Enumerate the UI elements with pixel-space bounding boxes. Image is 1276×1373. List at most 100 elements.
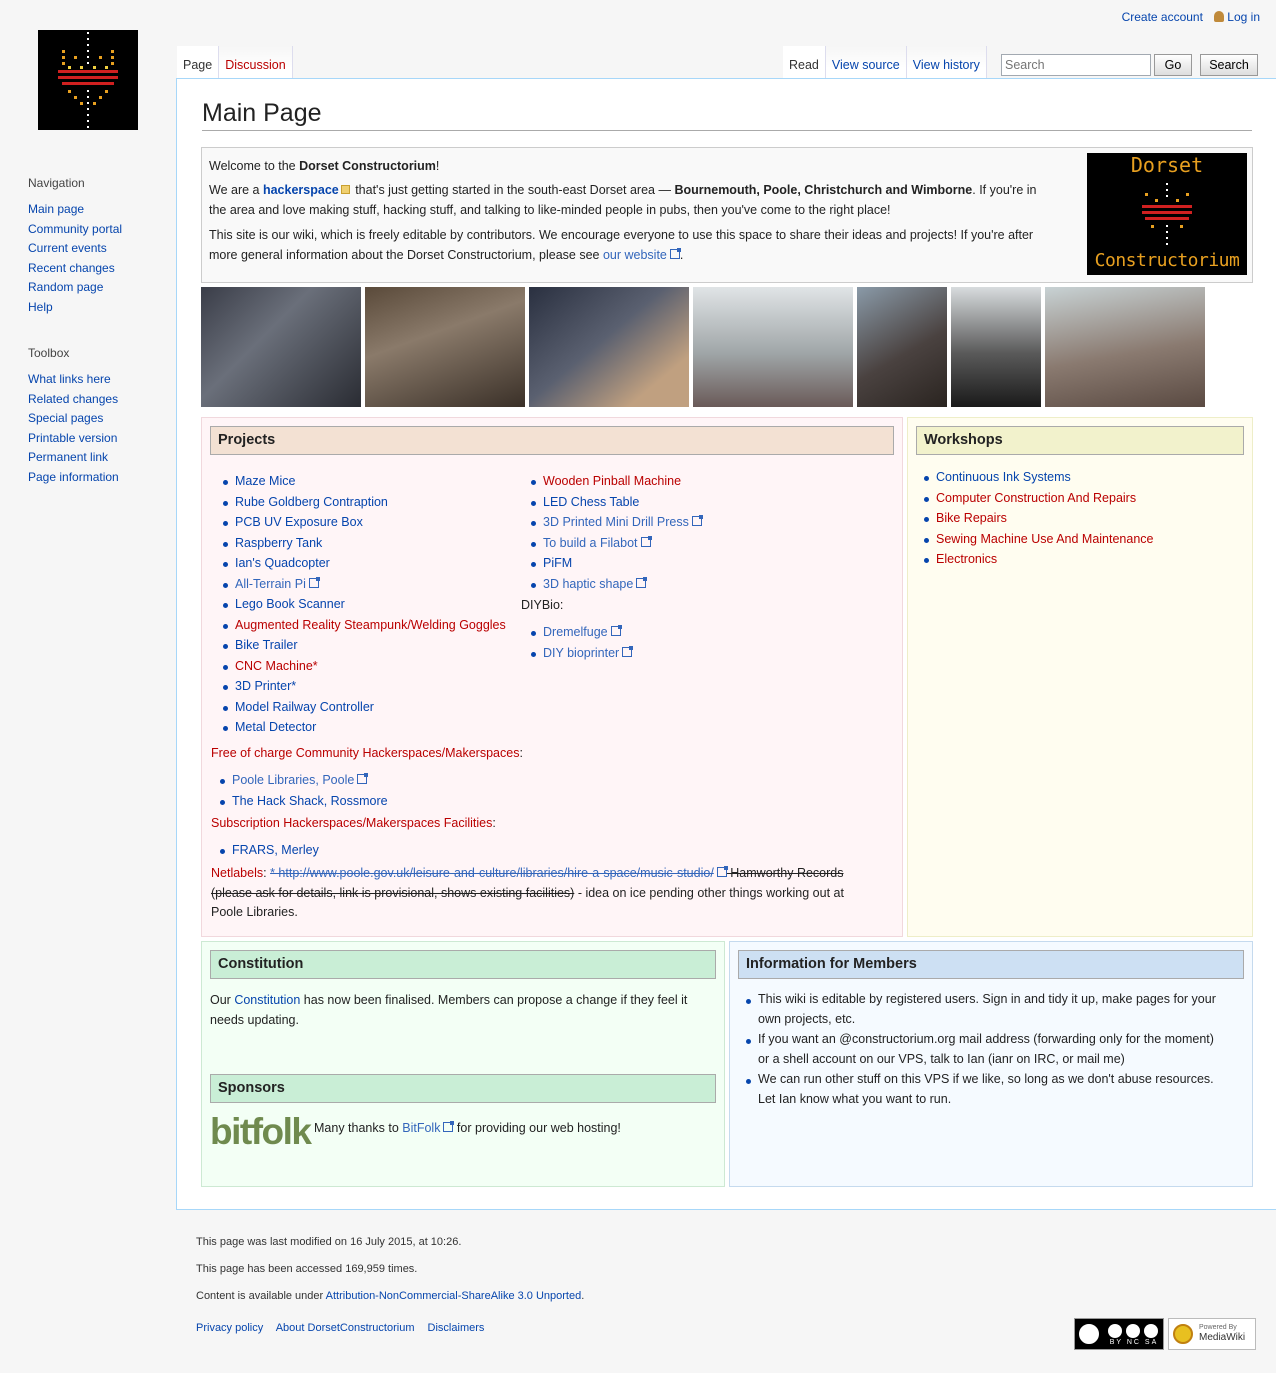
- list-item[interactable]: Raspberry Tank: [222, 533, 506, 554]
- bitfolk-logo[interactable]: bitfolk: [210, 1113, 312, 1150]
- welcome-intro: We are a hackerspace that's just getting…: [209, 183, 1037, 217]
- photo-1[interactable]: [201, 287, 361, 407]
- search-input[interactable]: [1001, 54, 1151, 76]
- disclaimers-link[interactable]: Disclaimers: [428, 1322, 485, 1334]
- list-item[interactable]: Sewing Machine Use And Maintenance: [923, 529, 1154, 550]
- constructorium-logo-icon: [58, 32, 118, 128]
- list-item[interactable]: Maze Mice: [222, 471, 506, 492]
- sidebar-item-community-portal[interactable]: Community portal: [28, 220, 168, 240]
- footer-links: Privacy policy About DorsetConstructoriu…: [196, 1322, 494, 1334]
- sidebar-item-help[interactable]: Help: [28, 298, 168, 318]
- constitution-heading: Constitution: [210, 950, 716, 979]
- subscription-spaces-label[interactable]: Subscription Hackerspaces/Makerspaces Fa…: [211, 814, 496, 834]
- create-account-link[interactable]: Create account: [1122, 10, 1203, 24]
- list-item[interactable]: Model Railway Controller: [222, 697, 506, 718]
- list-item[interactable]: All-Terrain Pi: [222, 574, 506, 595]
- sidebar-item-recent-changes[interactable]: Recent changes: [28, 259, 168, 279]
- external-link-icon: [443, 1121, 455, 1132]
- list-item: We can run other stuff on this VPS if we…: [745, 1070, 1245, 1109]
- last-modified: This page was last modified on 16 July 2…: [196, 1236, 462, 1248]
- list-item[interactable]: 3D Printer*: [222, 676, 506, 697]
- netlabels-link[interactable]: Netlabels: [211, 866, 263, 880]
- log-in-link[interactable]: Log in: [1227, 10, 1260, 24]
- our-website-link[interactable]: our website: [603, 248, 667, 262]
- search-button[interactable]: Search: [1200, 54, 1258, 76]
- photo-7[interactable]: [1045, 287, 1205, 407]
- go-button[interactable]: Go: [1154, 54, 1192, 76]
- tab-view-source[interactable]: View source: [825, 46, 907, 78]
- site-logo[interactable]: [38, 30, 138, 130]
- sidebar-item-what-links-here[interactable]: What links here: [28, 370, 168, 390]
- personal-tools: Create account Log in: [1122, 10, 1260, 24]
- photo-3[interactable]: [529, 287, 689, 407]
- list-item[interactable]: 3D Printed Mini Drill Press: [530, 512, 703, 533]
- constitution-link[interactable]: Constitution: [234, 993, 300, 1007]
- subscription-spaces-list: FRARS, Merley: [219, 840, 319, 861]
- list-item[interactable]: Wooden Pinball Machine: [530, 471, 702, 492]
- hackerspace-link[interactable]: hackerspace: [263, 183, 339, 197]
- sidebar-item-random-page[interactable]: Random page: [28, 278, 168, 298]
- list-item[interactable]: Continuous Ink Systems: [923, 467, 1154, 488]
- welcome-box: Welcome to the Dorset Constructorium! We…: [201, 147, 1253, 283]
- page-title: Main Page: [202, 99, 1252, 131]
- sidebar-item-current-events[interactable]: Current events: [28, 239, 168, 259]
- list-item[interactable]: Rube Goldberg Contraption: [222, 492, 506, 513]
- sponsors-heading: Sponsors: [210, 1074, 716, 1103]
- list-item[interactable]: Augmented Reality Steampunk/Welding Gogg…: [222, 615, 506, 636]
- tab-discussion[interactable]: Discussion: [219, 46, 293, 78]
- sidebar-item-page-information[interactable]: Page information: [28, 468, 168, 488]
- photo-5[interactable]: [857, 287, 947, 407]
- list-item[interactable]: The Hack Shack, Rossmore: [219, 791, 388, 812]
- list-item[interactable]: CNC Machine*: [222, 656, 506, 677]
- welcome-line: Welcome to the Dorset Constructorium!: [209, 159, 440, 173]
- tab-page[interactable]: Page: [177, 46, 220, 78]
- photo-2[interactable]: [365, 287, 525, 407]
- list-item[interactable]: Computer Construction And Repairs: [923, 488, 1154, 509]
- sidebar-item-main-page[interactable]: Main page: [28, 200, 168, 220]
- navigation-portal: Navigation Main page Community portal Cu…: [28, 176, 168, 317]
- constitution-box: Constitution Our Constitution has now be…: [201, 941, 725, 1187]
- license-link[interactable]: Attribution-NonCommercial-ShareAlike 3.0…: [326, 1290, 582, 1302]
- list-item: This wiki is editable by registered user…: [745, 990, 1245, 1029]
- mediawiki-badge[interactable]: Powered By MediaWiki: [1168, 1318, 1256, 1350]
- list-item[interactable]: Ian's Quadcopter: [222, 553, 506, 574]
- list-item[interactable]: 3D haptic shape: [530, 574, 702, 595]
- sidebar-item-related-changes[interactable]: Related changes: [28, 390, 168, 410]
- list-item[interactable]: PCB UV Exposure Box: [222, 512, 506, 533]
- sidebar-item-special-pages[interactable]: Special pages: [28, 409, 168, 429]
- list-item[interactable]: PiFM: [530, 553, 702, 574]
- list-item[interactable]: Metal Detector: [222, 717, 506, 738]
- projects-box: Projects Maze Mice Rube Goldberg Contrap…: [201, 417, 903, 937]
- photo-4[interactable]: [693, 287, 853, 407]
- sidebar-item-permanent-link[interactable]: Permanent link: [28, 448, 168, 468]
- members-heading: Information for Members: [738, 950, 1244, 979]
- list-item[interactable]: Dremelfuge: [530, 622, 632, 643]
- privacy-policy-link[interactable]: Privacy policy: [196, 1322, 263, 1334]
- navigation-heading: Navigation: [28, 176, 85, 190]
- logo-text-bottom: Constructorium: [1094, 250, 1240, 271]
- list-item[interactable]: Bike Trailer: [222, 635, 506, 656]
- tab-view-history[interactable]: View history: [906, 46, 987, 78]
- lock-icon: [340, 185, 350, 194]
- photo-6[interactable]: [951, 287, 1041, 407]
- list-item[interactable]: LED Chess Table: [530, 492, 702, 513]
- tab-read[interactable]: Read: [783, 46, 826, 78]
- list-item[interactable]: To build a Filabot: [530, 533, 702, 554]
- free-spaces-label[interactable]: Free of charge Community Hackerspaces/Ma…: [211, 744, 523, 764]
- list-item[interactable]: Lego Book Scanner: [222, 594, 506, 615]
- list-item[interactable]: DIY bioprinter: [530, 643, 634, 664]
- sidebar-item-printable-version[interactable]: Printable version: [28, 429, 168, 449]
- bitfolk-link[interactable]: BitFolk: [402, 1121, 440, 1135]
- list-item[interactable]: Bike Repairs: [923, 508, 1154, 529]
- cc-license-badge[interactable]: BY NC SA: [1074, 1318, 1164, 1350]
- external-link-icon: [669, 247, 681, 259]
- content-area: Main Page Welcome to the Dorset Construc…: [176, 78, 1276, 1210]
- external-link-icon: [622, 645, 634, 657]
- namespace-tabs: Page Discussion: [177, 46, 293, 78]
- list-item[interactable]: Electronics: [923, 549, 1154, 570]
- about-link[interactable]: About DorsetConstructorium: [276, 1322, 415, 1334]
- sponsors-text: Many thanks to BitFolk for providing our…: [314, 1121, 621, 1135]
- list-item[interactable]: Poole Libraries, Poole: [219, 770, 388, 791]
- list-item[interactable]: FRARS, Merley: [219, 840, 319, 861]
- music-studio-link[interactable]: * http://www.poole.gov.uk/leisure-and-cu…: [270, 866, 714, 880]
